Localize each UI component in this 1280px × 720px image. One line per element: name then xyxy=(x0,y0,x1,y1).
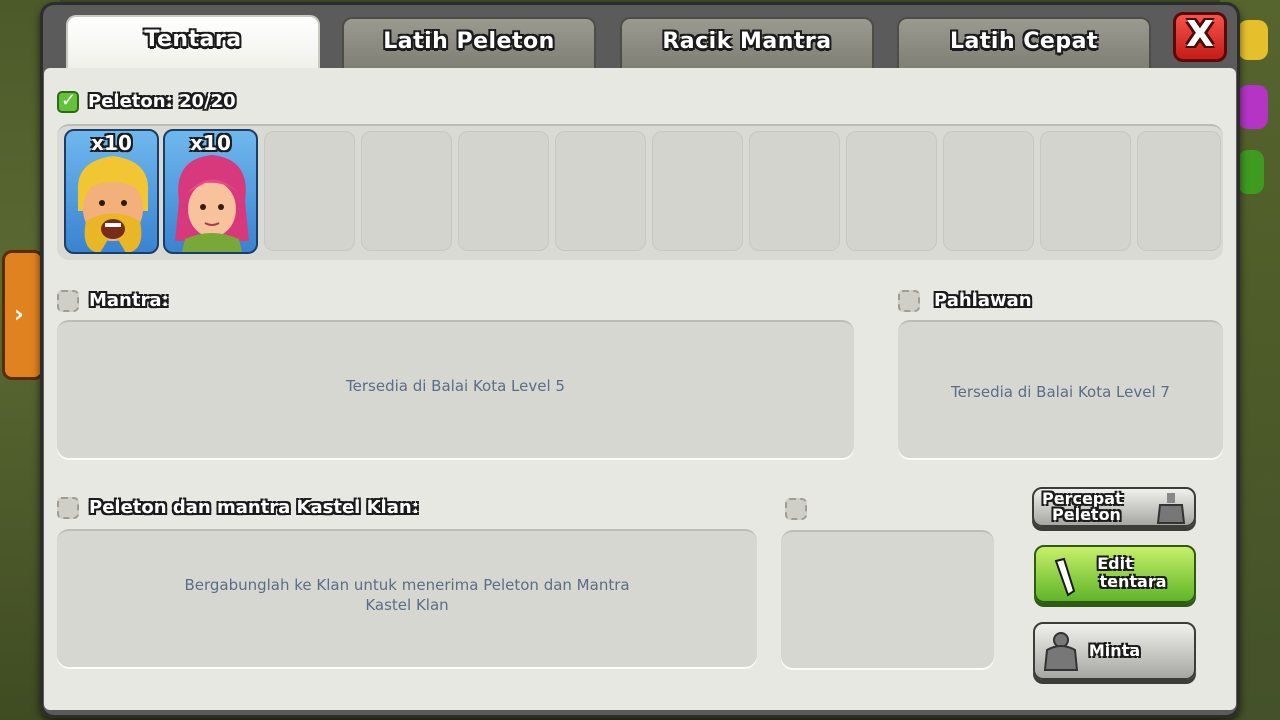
empty-troop-slot xyxy=(1137,131,1221,251)
boost-potion-icon xyxy=(1156,493,1186,524)
tab-army[interactable]: Tentara xyxy=(66,15,320,69)
resource-gem-icon xyxy=(1238,150,1264,194)
boost-troops-button[interactable]: Percepat Peleton xyxy=(1032,487,1196,527)
spells-message: Tersedia di Balai Kota Level 5 xyxy=(346,377,565,395)
heroes-check-icon xyxy=(898,290,920,312)
clan-spell-box xyxy=(781,530,994,668)
request-button[interactable]: Minta xyxy=(1033,622,1196,680)
heroes-message: Tersedia di Balai Kota Level 7 xyxy=(951,383,1170,401)
tab-train-troops[interactable]: Latih Peleton xyxy=(342,17,596,73)
clan-spell-check-icon xyxy=(785,498,807,520)
clan-castle-message-line2: Kastel Klan xyxy=(365,596,449,614)
close-icon: X xyxy=(1186,14,1214,55)
clan-castle-box: Bergabunglah ke Klan untuk menerima Pele… xyxy=(57,529,757,667)
troop-count: x10 xyxy=(91,131,132,155)
tab-army-label: Tentara xyxy=(144,27,242,52)
empty-troop-slot xyxy=(652,131,743,251)
empty-troop-slot xyxy=(943,131,1034,251)
tab-quick-train-label: Latih Cepat xyxy=(950,29,1098,54)
troops-check-icon xyxy=(57,90,79,113)
troop-silhouette-icon xyxy=(1043,632,1079,671)
tab-brew-spells-label: Racik Mantra xyxy=(662,29,832,54)
tab-quick-train[interactable]: Latih Cepat xyxy=(897,17,1151,73)
clan-castle-message-line1: Bergabunglah ke Klan untuk menerima Pele… xyxy=(184,576,630,594)
empty-troop-slot xyxy=(458,131,549,251)
chevron-right-icon: › xyxy=(14,300,24,328)
spells-check-icon xyxy=(57,290,79,312)
spells-box: Tersedia di Balai Kota Level 5 xyxy=(57,320,854,458)
heroes-box: Tersedia di Balai Kota Level 7 xyxy=(898,320,1223,458)
resource-gold-icon xyxy=(1238,20,1268,60)
empty-troop-slot xyxy=(1040,131,1131,251)
clan-castle-check-icon xyxy=(57,497,79,519)
tab-brew-spells[interactable]: Racik Mantra xyxy=(620,17,874,73)
empty-troop-slot xyxy=(749,131,840,251)
tab-train-troops-label: Latih Peleton xyxy=(383,29,555,54)
empty-troop-slot xyxy=(846,131,937,251)
empty-troop-slot xyxy=(555,131,646,251)
empty-troop-slot xyxy=(361,131,452,251)
close-button[interactable]: X xyxy=(1173,12,1227,62)
troop-slot-archer[interactable]: x10 xyxy=(163,129,258,254)
request-label: Minta xyxy=(1088,641,1141,660)
troop-slot-barbarian[interactable]: x10 xyxy=(64,129,159,254)
empty-troop-slot xyxy=(264,131,355,251)
edit-army-button[interactable]: Edit tentara xyxy=(1034,545,1196,603)
clan-castle-title: Peleton dan mantra Kastel Klan: xyxy=(89,497,419,518)
resource-elixir-icon xyxy=(1238,85,1268,129)
heroes-title: Pahlawan xyxy=(934,290,1032,311)
spells-title: Mantra: xyxy=(89,290,169,311)
pencil-icon xyxy=(1054,557,1076,597)
troop-count: x10 xyxy=(190,131,231,155)
troops-title: Peleton: 20/20 xyxy=(88,91,236,112)
